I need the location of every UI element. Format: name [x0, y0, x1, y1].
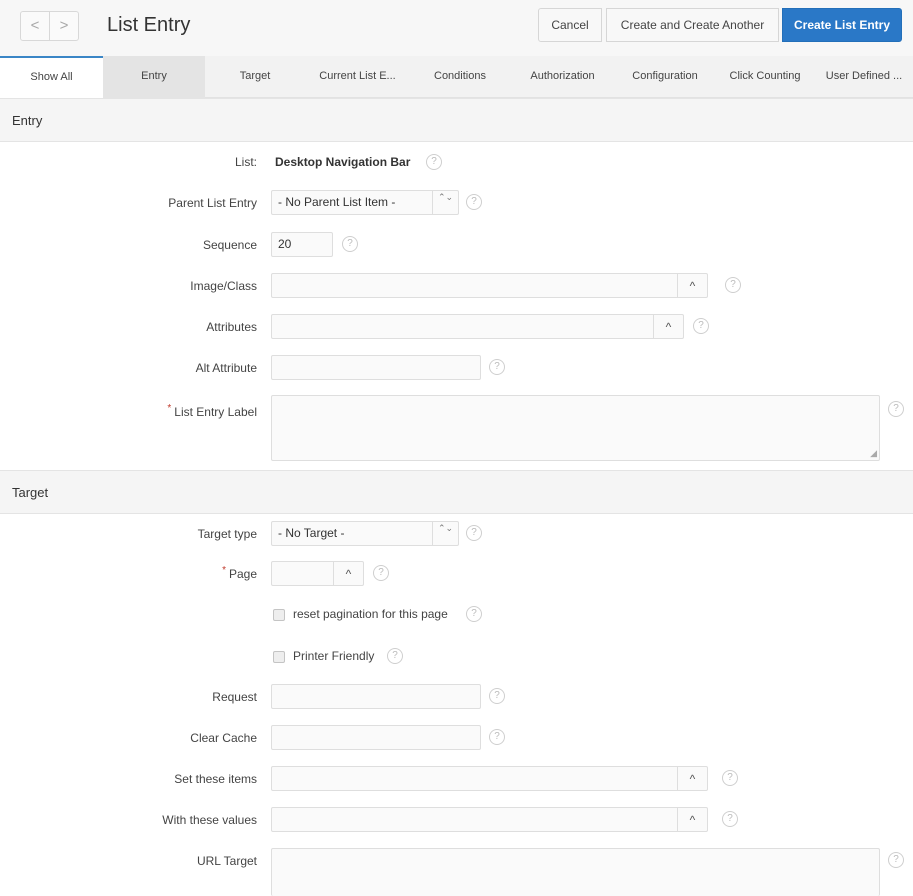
create-and-create-another-button[interactable]: Create and Create Another — [606, 8, 779, 42]
sequence-label: Sequence — [202, 238, 257, 252]
with-these-values-help-icon[interactable]: ? — [722, 811, 738, 827]
tab-authorization[interactable]: Authorization — [510, 56, 615, 98]
set-these-items-popup-button[interactable]: ^ — [677, 766, 708, 791]
target-type-value: - No Target - — [278, 526, 345, 540]
printer-friendly-checkbox[interactable] — [273, 651, 285, 663]
list-label: List: — [234, 155, 257, 169]
set-these-items-help-icon[interactable]: ? — [722, 770, 738, 786]
clear-cache-label: Clear Cache — [190, 731, 257, 745]
required-icon: * — [167, 403, 172, 414]
list-entry-label-help-icon[interactable]: ? — [888, 401, 904, 417]
with-these-values-popup-button[interactable]: ^ — [677, 807, 708, 832]
image-class-input[interactable] — [271, 273, 678, 298]
printer-friendly-label[interactable]: Printer Friendly — [293, 649, 374, 663]
attributes-label: Attributes — [206, 320, 257, 334]
set-these-items-label: Set these items — [174, 772, 257, 786]
attributes-popup-button[interactable]: ^ — [653, 314, 684, 339]
page-popup-button[interactable]: ^ — [333, 561, 364, 586]
url-target-help-icon[interactable]: ? — [888, 852, 904, 868]
sequence-input[interactable]: 20 — [271, 232, 333, 257]
target-section-header: Target — [0, 470, 913, 514]
tab-user-defined[interactable]: User Defined ... — [815, 56, 913, 98]
page-title: List Entry — [107, 14, 191, 36]
list-entry-label-text: List Entry Label — [174, 405, 257, 419]
with-these-values-input[interactable] — [271, 807, 678, 832]
tab-conditions[interactable]: Conditions — [410, 56, 510, 98]
parent-list-entry-label: Parent List Entry — [168, 196, 257, 210]
tab-show-all[interactable]: Show All — [0, 56, 103, 98]
alt-attribute-label: Alt Attribute — [195, 361, 257, 375]
tab-configuration[interactable]: Configuration — [615, 56, 715, 98]
attributes-help-icon[interactable]: ? — [693, 318, 709, 334]
clear-cache-help-icon[interactable]: ? — [489, 729, 505, 745]
target-type-label: Target type — [197, 527, 257, 541]
page-help-icon[interactable]: ? — [373, 565, 389, 581]
required-icon: * — [222, 565, 226, 576]
clear-cache-input[interactable] — [271, 725, 481, 750]
request-label: Request — [212, 690, 257, 704]
entry-section-title: Entry — [12, 113, 43, 128]
next-button[interactable]: > — [49, 11, 79, 41]
parent-list-entry-select[interactable]: - No Parent List Item - ⌃⌄ — [271, 190, 459, 215]
caret-up-icon: ^ — [689, 279, 696, 293]
previous-button[interactable]: < — [20, 11, 50, 41]
list-help-icon[interactable]: ? — [426, 154, 442, 170]
tab-target[interactable]: Target — [205, 56, 305, 98]
page-label-text: Page — [228, 567, 257, 581]
url-target-label: URL Target — [196, 854, 257, 868]
reset-pagination-checkbox[interactable] — [273, 609, 285, 621]
target-section-title: Target — [12, 485, 49, 500]
set-these-items-input[interactable] — [271, 766, 678, 791]
printer-friendly-help-icon[interactable]: ? — [387, 648, 403, 664]
cancel-button[interactable]: Cancel — [538, 8, 602, 42]
select-arrows-icon: ⌃⌄ — [432, 522, 458, 545]
page-label: * Page — [222, 565, 257, 581]
request-help-icon[interactable]: ? — [489, 688, 505, 704]
parent-list-entry-value: - No Parent List Item - — [278, 195, 396, 209]
tab-click-counting[interactable]: Click Counting — [715, 56, 815, 98]
page-header: < > List Entry Cancel Create and Create … — [0, 0, 913, 56]
tab-current-list-entry[interactable]: Current List E... — [305, 56, 410, 98]
select-arrows-icon: ⌃⌄ — [432, 191, 458, 214]
alt-attribute-input[interactable] — [271, 355, 481, 380]
caret-up-icon: ^ — [689, 772, 696, 786]
caret-up-icon: ^ — [665, 320, 672, 334]
image-class-help-icon[interactable]: ? — [725, 277, 741, 293]
region-tabs: Show All Entry Target Current List E... … — [0, 56, 913, 98]
parent-list-entry-help-icon[interactable]: ? — [466, 194, 482, 210]
caret-up-icon: ^ — [345, 567, 352, 581]
url-target-textarea[interactable] — [271, 848, 880, 896]
with-these-values-label: With these values — [162, 813, 257, 827]
list-entry-label-label: * List Entry Label — [167, 403, 257, 419]
page-input[interactable] — [271, 561, 334, 586]
reset-pagination-label[interactable]: reset pagination for this page — [293, 607, 448, 621]
list-value: Desktop Navigation Bar — [275, 155, 411, 169]
entry-section-header: Entry — [0, 98, 913, 142]
target-type-help-icon[interactable]: ? — [466, 525, 482, 541]
resize-handle-icon[interactable]: ◢ — [870, 448, 877, 459]
reset-pagination-help-icon[interactable]: ? — [466, 606, 482, 622]
caret-up-icon: ^ — [689, 813, 696, 827]
alt-attribute-help-icon[interactable]: ? — [489, 359, 505, 375]
request-input[interactable] — [271, 684, 481, 709]
list-entry-label-textarea[interactable]: ◢ — [271, 395, 880, 461]
image-class-label: Image/Class — [190, 279, 257, 293]
attributes-input[interactable] — [271, 314, 654, 339]
target-type-select[interactable]: - No Target - ⌃⌄ — [271, 521, 459, 546]
image-class-popup-button[interactable]: ^ — [677, 273, 708, 298]
create-list-entry-button[interactable]: Create List Entry — [782, 8, 902, 42]
sequence-help-icon[interactable]: ? — [342, 236, 358, 252]
tab-entry[interactable]: Entry — [103, 56, 205, 98]
